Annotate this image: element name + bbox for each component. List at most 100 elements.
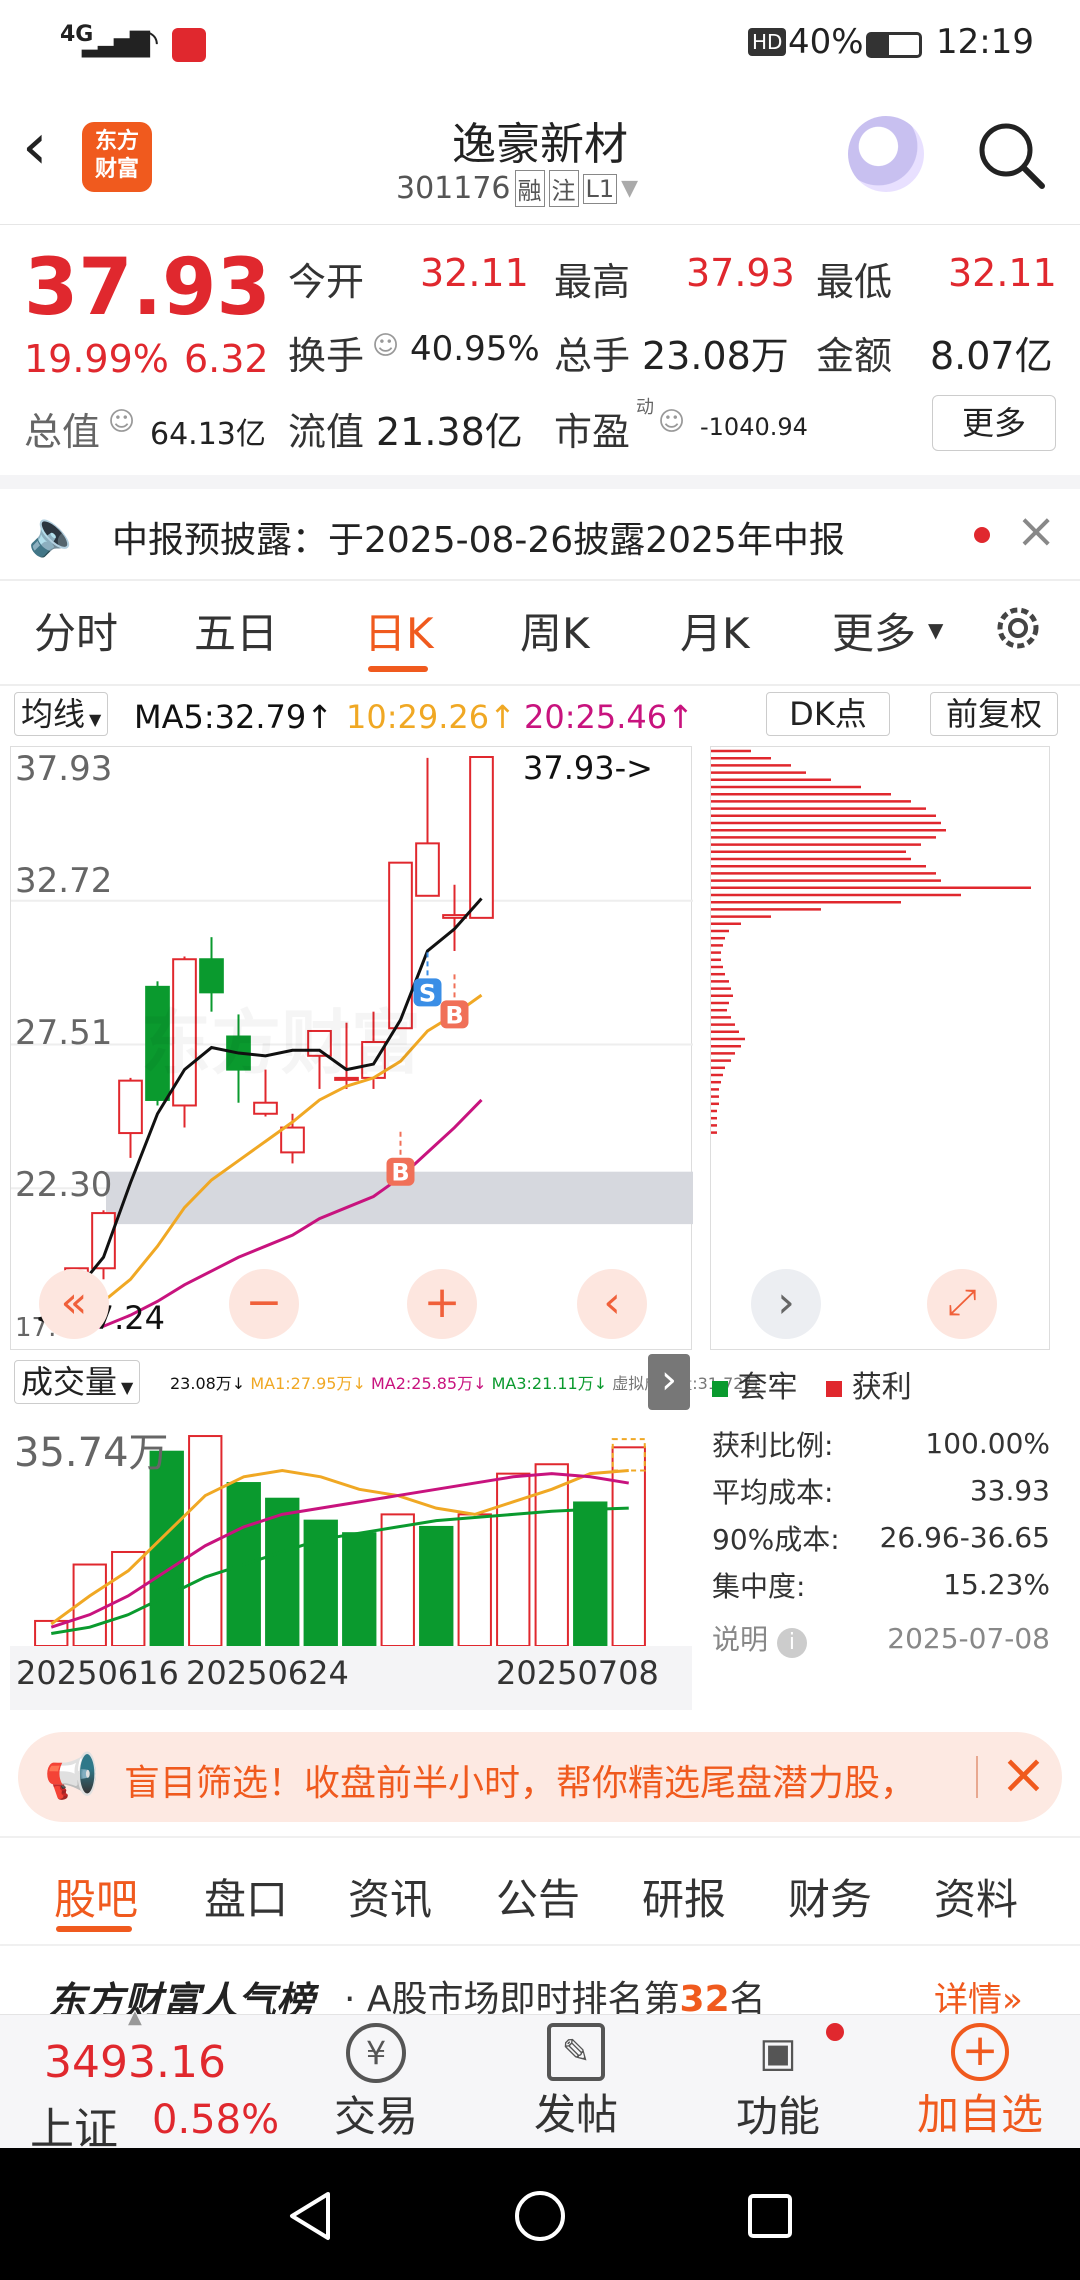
amount-value: 8.07亿: [930, 334, 1053, 378]
ma-select[interactable]: 均线 ▼: [14, 692, 109, 736]
chip-stat-row: 90%成本: 26.96-36.65: [712, 1521, 1050, 1556]
date-label: 20250624: [186, 1654, 349, 1692]
y-tick-label: 37.93: [15, 749, 113, 789]
back-triangle-icon[interactable]: [282, 2188, 338, 2244]
home-circle-icon[interactable]: [512, 2188, 568, 2244]
sell-signal-badge-letter: S: [419, 979, 436, 1007]
megaphone-icon: 📢: [44, 1751, 99, 1802]
tab-orderbook[interactable]: 盘口: [204, 1866, 288, 1927]
gear-icon[interactable]: [990, 600, 1046, 656]
detail-link[interactable]: 详情»: [934, 1972, 1023, 2016]
robot-assistant-icon[interactable]: [848, 116, 924, 192]
watermark: 东方财富: [141, 987, 421, 1088]
popularity-text: · A股市场即时排名第32名: [344, 1979, 766, 2016]
dk-point-select[interactable]: DK点: [766, 692, 890, 736]
volume-expand-button[interactable]: ›: [648, 1354, 690, 1410]
tab-forum[interactable]: 股吧: [54, 1866, 138, 1927]
volume-bar: [573, 1501, 608, 1648]
plus-circle-icon: +: [951, 2023, 1009, 2081]
volume-select[interactable]: 成交量 ▼: [14, 1360, 141, 1404]
recents-square-icon[interactable]: [742, 2188, 798, 2244]
tab-research[interactable]: 研报: [642, 1866, 726, 1927]
tag-level1: L1: [582, 173, 618, 204]
tab-profile[interactable]: 资料: [934, 1866, 1018, 1927]
trade-button[interactable]: ¥ 交易: [306, 2023, 446, 2144]
chip-distribution[interactable]: › ⤢: [710, 746, 1050, 1350]
banner-text: 盲目筛选！收盘前半小时，帮你精选尾盘潜力股，: [124, 1763, 917, 1804]
search-icon[interactable]: [976, 120, 1048, 192]
promo-banner[interactable]: 📢 盲目筛选！收盘前半小时，帮你精选尾盘潜力股， ×: [18, 1732, 1062, 1822]
divider: [0, 684, 1080, 686]
info-icon[interactable]: ☺: [372, 331, 399, 361]
wifi-icon: ◠: [130, 22, 160, 62]
scroll-left-fast-button[interactable]: «: [39, 1269, 109, 1339]
zoom-in-button[interactable]: +: [407, 1269, 477, 1339]
float-value: 21.38亿: [376, 410, 523, 454]
kline-chart[interactable]: SBB 东方财富 37.93 32.72 27.51 22.30 17.09 3…: [10, 746, 693, 1350]
tab-intraday[interactable]: 分时: [34, 600, 118, 661]
candle-body: [118, 1079, 143, 1135]
volume-bar: [611, 1446, 646, 1647]
tab-active-underline: [56, 1926, 132, 1932]
popularity-title: 东方财富人气榜: [48, 1979, 315, 2016]
stock-code-row: 301176 融 注 L1 ▼: [396, 170, 638, 207]
notice-bar[interactable]: 🔈 中报预披露：于2025-08-26披露2025年中报 ×: [0, 489, 1080, 579]
info-icon[interactable]: ☺: [658, 407, 685, 437]
speaker-icon: 🔈: [28, 508, 83, 559]
date-label: 20250616: [16, 1654, 179, 1692]
next-button[interactable]: ›: [751, 1269, 821, 1339]
index-value: 3493.16: [44, 2037, 226, 2088]
candle-body: [469, 756, 494, 919]
adjust-select[interactable]: 前复权: [930, 692, 1058, 736]
open-value: 32.11: [420, 251, 529, 295]
y-tick-label: 27.51: [15, 1013, 113, 1053]
y-tick-label: 32.72: [15, 861, 113, 901]
chevron-down-icon[interactable]: ▼: [621, 176, 638, 201]
chip-note-row[interactable]: 说明 i 2025-07-08: [712, 1608, 1050, 1668]
close-icon[interactable]: ×: [1000, 1742, 1047, 1807]
clock: 12:19: [936, 22, 1034, 62]
yen-circle-icon: ¥: [346, 2023, 406, 2083]
close-icon[interactable]: ×: [1016, 503, 1056, 559]
scroll-left-button[interactable]: ‹: [577, 1269, 647, 1339]
chip-svg: [711, 749, 1031, 1134]
tab-finance[interactable]: 财务: [788, 1866, 872, 1927]
tab-announcements[interactable]: 公告: [496, 1866, 580, 1927]
tab-news[interactable]: 资讯: [348, 1866, 432, 1927]
post-button[interactable]: ✎ 发帖: [506, 2023, 646, 2142]
tab-weekly-k[interactable]: 周K: [520, 600, 590, 661]
zoom-out-button[interactable]: −: [229, 1269, 299, 1339]
edit-icon: ✎: [547, 2023, 605, 2081]
tab-more[interactable]: 更多: [832, 600, 916, 661]
turnover-label: 换手: [288, 334, 365, 378]
tab-five-day[interactable]: 五日: [194, 600, 278, 661]
function-label: 功能: [735, 2092, 820, 2141]
add-watchlist-button[interactable]: + 加自选: [890, 2023, 1070, 2142]
volume-bar: [457, 1513, 492, 1647]
ma20-value: 20:25.46↑: [524, 698, 694, 736]
expand-icon[interactable]: ⤢: [927, 1269, 997, 1339]
tab-monthly-k[interactable]: 月K: [680, 600, 750, 661]
low-label: 最低: [816, 260, 893, 304]
add-watchlist-label: 加自选: [916, 2090, 1043, 2139]
divider: [0, 1836, 1080, 1838]
bottom-nav: ▲ 3493.16 上证 0.58% ¥ 交易 ✎ 发帖 ▣ 功能 + 加自选: [0, 2007, 1080, 2155]
battery-icon: [866, 32, 922, 58]
more-button[interactable]: 更多: [932, 395, 1056, 451]
popularity-row[interactable]: 东方财富人气榜 · A股市场即时排名第32名 详情»: [0, 1960, 1080, 2016]
unread-dot: [974, 527, 990, 543]
ma5-value: MA5:32.79↑: [134, 698, 334, 736]
stock-header: ‹ 东方 财富 逸豪新材 301176 融 注 L1 ▼: [0, 90, 1080, 225]
y-tick-label: 22.30: [15, 1165, 113, 1205]
chevron-up-icon[interactable]: ▲: [128, 2007, 142, 2028]
function-button[interactable]: ▣ 功能: [708, 2023, 848, 2144]
tab-daily-k[interactable]: 日K: [364, 600, 434, 661]
post-label: 发帖: [533, 2090, 618, 2139]
date-axis: 20250616 20250624 20250708: [10, 1646, 692, 1710]
chevron-down-icon: ▼: [89, 710, 102, 729]
divider: [0, 1944, 1080, 1946]
chip-stat-row: 获利比例: 100.00%: [712, 1427, 1050, 1462]
banner-separator: [976, 1756, 978, 1798]
info-icon[interactable]: ☺: [108, 407, 135, 437]
chevron-down-icon: ▼: [121, 1378, 134, 1397]
